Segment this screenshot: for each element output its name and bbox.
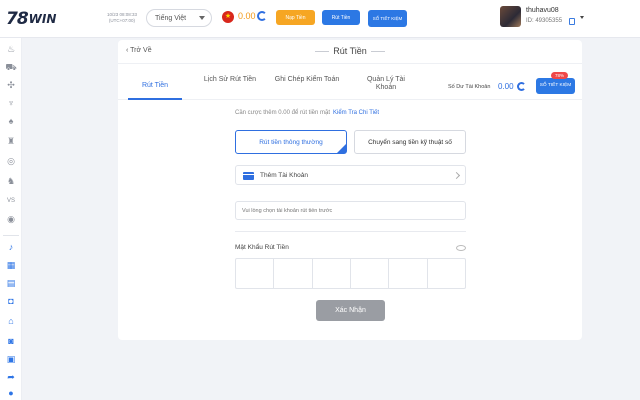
username: thuhavu08 xyxy=(526,7,559,14)
chevron-down-icon xyxy=(199,16,205,20)
check-details-link[interactable]: Kiểm Tra Chi Tiết xyxy=(333,110,379,116)
cards-icon[interactable]: ♠ xyxy=(5,116,17,126)
language-label: Tiếng Việt xyxy=(155,14,187,22)
logo-number: 78 xyxy=(6,9,29,29)
fish-icon[interactable]: ♆ xyxy=(5,98,17,108)
tower-icon[interactable]: ♜ xyxy=(5,136,17,146)
vietnam-flag-icon: ★ xyxy=(222,11,234,23)
password-label: Mật Khẩu Rút Tiền xyxy=(235,244,289,251)
balance-label: Số Dư Tài Khoản xyxy=(448,84,491,90)
top-bar: 78 WIN 10/23 08:08:33 (UTC+07:00) Tiếng … xyxy=(0,0,640,38)
password-digit-5[interactable] xyxy=(389,259,428,288)
lottery-icon[interactable]: ◉ xyxy=(5,214,17,224)
page-title-text: Rút Tiền xyxy=(333,46,367,56)
header-balance: 0.00 xyxy=(238,11,256,21)
password-digit-6[interactable] xyxy=(428,259,465,288)
withdraw-button[interactable]: Rút Tiền xyxy=(322,10,360,25)
password-digit-3[interactable] xyxy=(313,259,351,288)
clock-timezone: (UTC+07:00) xyxy=(108,18,136,23)
language-select[interactable]: Tiếng Việt xyxy=(146,9,212,27)
gift-icon[interactable]: ▣ xyxy=(5,354,17,364)
savings-badge: 78% xyxy=(551,72,568,79)
tab-account-management[interactable]: Quản Lý Tài Khoản xyxy=(358,76,414,92)
avatar[interactable] xyxy=(500,6,521,27)
eye-icon[interactable] xyxy=(456,245,466,251)
ticket-icon[interactable]: ▤ xyxy=(5,278,17,288)
deposit-button[interactable]: Nạp Tiền xyxy=(276,10,315,25)
soccer-icon[interactable]: ◎ xyxy=(5,156,17,166)
password-digit-4[interactable] xyxy=(351,259,390,288)
rooster-icon[interactable]: ♞ xyxy=(5,176,17,186)
bet-requirement: Cần cược thêm 0.00 để rút tiền mặt Kiểm T… xyxy=(235,110,379,116)
music-icon[interactable]: ♪ xyxy=(5,242,17,252)
chat-icon[interactable]: ● xyxy=(5,388,17,398)
calendar-icon[interactable]: ▦ xyxy=(5,260,17,270)
active-tab-underline xyxy=(128,98,182,100)
password-digit-2[interactable] xyxy=(274,259,313,288)
balance-value: 0.00 xyxy=(498,82,514,91)
add-account-label: Thêm Tài Khoản xyxy=(260,171,308,179)
divider xyxy=(235,231,466,232)
camera-icon[interactable]: ◙ xyxy=(5,336,17,346)
method-digital-option[interactable]: Chuyển sang tiền kỹ thuật số xyxy=(354,130,466,154)
page-title: Rút Tiền xyxy=(118,46,582,56)
copy-icon[interactable] xyxy=(569,18,575,25)
password-input[interactable] xyxy=(235,258,466,289)
share-icon[interactable]: ➦ xyxy=(5,372,17,382)
house-icon[interactable]: ⌂ xyxy=(5,316,17,326)
confirm-button[interactable]: Xác Nhận xyxy=(316,300,385,321)
card-icon xyxy=(243,172,254,180)
sidebar: ♨ ⛟ ✣ ♆ ♠ ♜ ◎ ♞ VS ◉ ♪ ▦ ▤ ◘ ⌂ ◙ ▣ ➦ ● xyxy=(0,38,22,400)
add-account-button[interactable]: Thêm Tài Khoản xyxy=(235,165,466,185)
tabs-bar: Rút Tiền Lịch Sử Rút Tiền Ghi Chép Kiểm … xyxy=(118,72,582,100)
panel-header: ‹ Trở Về Rút Tiền xyxy=(118,40,582,64)
refresh-balance-icon[interactable] xyxy=(257,11,267,21)
user-id: ID: 49305355 xyxy=(526,18,563,24)
refresh-icon[interactable] xyxy=(517,82,526,91)
tab-withdraw[interactable]: Rút Tiền xyxy=(128,82,182,90)
method-digital-label: Chuyển sang tiền kỹ thuật số xyxy=(368,138,452,146)
password-digit-1[interactable] xyxy=(236,259,275,288)
method-normal-label: Rút tiền thông thường xyxy=(259,138,323,146)
brand-logo[interactable]: 78 WIN xyxy=(6,8,56,30)
savings-button-header[interactable]: SỔ TIẾT KIỆM xyxy=(368,10,407,27)
selected-check-icon xyxy=(337,144,346,153)
withdraw-amount-input[interactable] xyxy=(235,201,466,220)
chevron-right-icon xyxy=(452,171,461,180)
savings-icon[interactable]: ◘ xyxy=(5,296,17,306)
car-icon[interactable]: ⛟ xyxy=(5,62,17,72)
tab-audit-log[interactable]: Ghi Chép Kiểm Toán xyxy=(274,76,340,84)
logo-word: WIN xyxy=(28,12,57,26)
tab-withdraw-history[interactable]: Lịch Sử Rút Tiền xyxy=(200,76,260,84)
withdraw-panel: ‹ Trở Về Rút Tiền Rút Tiền Lịch Sử Rút T… xyxy=(118,40,582,340)
crosshair-icon[interactable]: ✣ xyxy=(5,80,17,90)
method-normal-option[interactable]: Rút tiền thông thường xyxy=(235,130,347,154)
title-left-line xyxy=(315,51,330,53)
savings-button[interactable]: SỔ TIẾT KIỆM xyxy=(536,78,575,94)
vs-icon[interactable]: VS xyxy=(5,196,17,206)
user-menu-chevron-icon[interactable] xyxy=(580,16,584,19)
clock: 10/23 08:08:33 (UTC+07:00) xyxy=(106,12,138,24)
title-right-line xyxy=(370,51,385,53)
bet-requirement-text: Cần cược thêm 0.00 để rút tiền mặt xyxy=(235,110,330,116)
fire-icon[interactable]: ♨ xyxy=(5,44,17,54)
sidebar-divider xyxy=(3,235,19,236)
